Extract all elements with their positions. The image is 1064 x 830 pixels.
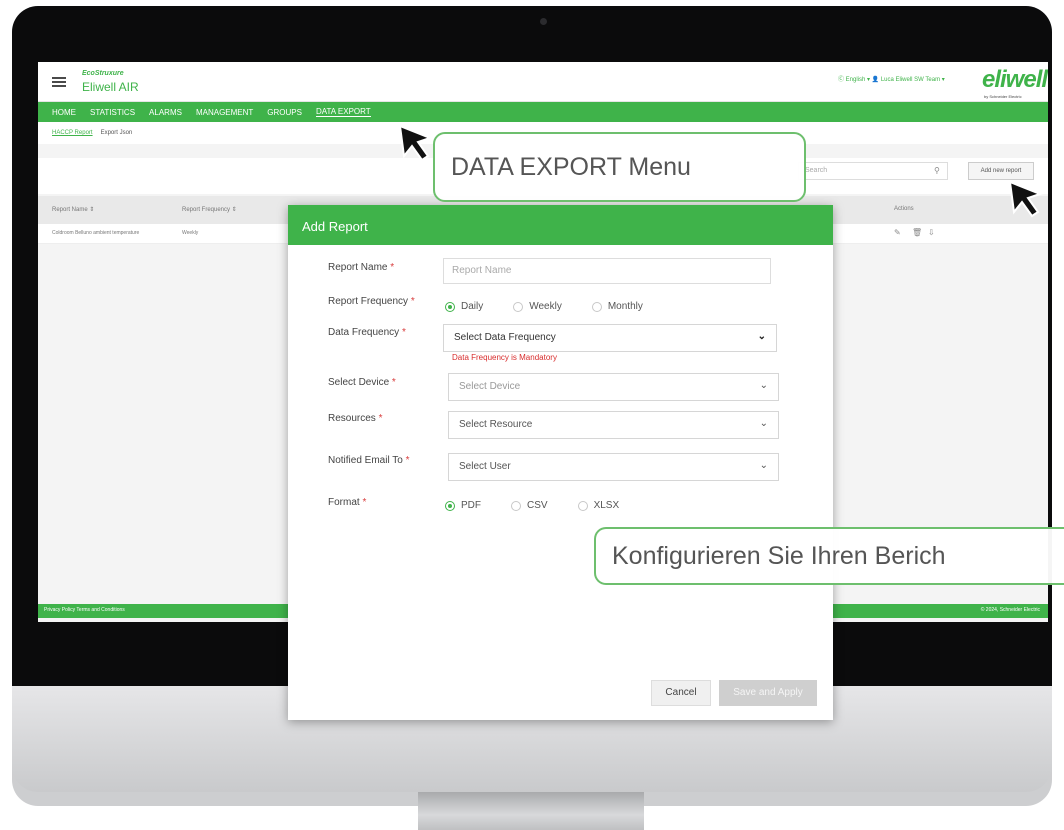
monitor-stand	[418, 792, 644, 830]
edit-icon[interactable]: ✎	[894, 228, 901, 237]
add-new-report-button[interactable]: Add new report	[968, 162, 1034, 180]
report-frequency-radios: Daily Weekly Monthly	[445, 301, 643, 312]
resource-select[interactable]: Select Resource ⌄	[448, 411, 779, 439]
report-name-input[interactable]: Report Name	[443, 258, 771, 284]
cursor-arrow-icon	[1008, 180, 1043, 218]
resources-label: Resources *	[328, 413, 383, 424]
user-select[interactable]: Select User ⌄	[448, 453, 779, 481]
col-actions: Actions	[894, 206, 914, 212]
user-language-menu[interactable]: Ⓒ English ▾ 👤 Luca Eliwell SW Team ▾	[838, 74, 945, 83]
nav-data-export[interactable]: DATA EXPORT	[315, 107, 371, 117]
save-and-apply-button[interactable]: Save and Apply	[719, 680, 817, 706]
radio-dot-checked	[445, 301, 455, 312]
stage: EcoStruxure Eliwell AIR Ⓒ English ▾ 👤 Lu…	[0, 0, 1064, 830]
nav-management[interactable]: MANAGEMENT	[196, 108, 253, 117]
callout-data-export-menu: DATA EXPORT Menu	[433, 132, 806, 202]
main-nav: HOME STATISTICS ALARMS MANAGEMENT GROUPS…	[38, 102, 1048, 122]
radio-csv[interactable]: CSV	[511, 500, 548, 511]
data-frequency-select[interactable]: Select Data Frequency ⌄	[443, 324, 777, 352]
brand-small: EcoStruxure	[82, 70, 124, 77]
data-frequency-label: Data Frequency *	[328, 327, 406, 338]
radio-monthly[interactable]: Monthly	[591, 301, 643, 312]
format-label: Format *	[328, 497, 367, 508]
add-report-modal: Add Report Report Name * Report Name Rep…	[288, 205, 833, 720]
footer-links[interactable]: Privacy Policy Terms and Conditions	[44, 607, 125, 613]
eliwell-logo: eliwell	[982, 66, 1048, 93]
device-select[interactable]: Select Device ⌄	[448, 373, 779, 401]
radio-dot	[577, 500, 588, 511]
radio-dot	[591, 301, 602, 312]
report-name-label: Report Name *	[328, 262, 395, 273]
footer-copyright: © 2024, Schneider Electric	[980, 607, 1040, 613]
delete-icon[interactable]: 🗑	[912, 228, 922, 237]
radio-dot-checked	[445, 500, 455, 511]
radio-weekly[interactable]: Weekly	[513, 301, 562, 312]
nav-groups[interactable]: GROUPS	[267, 108, 302, 117]
radio-pdf[interactable]: PDF	[445, 500, 481, 511]
nav-alarms[interactable]: ALARMS	[149, 108, 182, 117]
tab-haccp-report[interactable]: HACCP Report	[52, 130, 93, 136]
nav-statistics[interactable]: STATISTICS	[90, 108, 135, 117]
hamburger-menu-icon[interactable]	[52, 77, 66, 87]
top-bar: EcoStruxure Eliwell AIR Ⓒ English ▾ 👤 Lu…	[38, 62, 1048, 102]
nav-home[interactable]: HOME	[52, 108, 76, 117]
chevron-down-icon: ⌄	[759, 380, 768, 391]
cancel-button[interactable]: Cancel	[651, 680, 711, 706]
camera-icon	[540, 18, 547, 25]
download-icon[interactable]: ⇩	[928, 228, 935, 237]
modal-title: Add Report	[288, 205, 833, 245]
data-frequency-error: Data Frequency is Mandatory	[452, 353, 557, 362]
format-radios: PDF CSV XLSX	[445, 500, 619, 511]
tab-export-json[interactable]: Export Json	[101, 130, 133, 136]
radio-dot	[513, 301, 524, 312]
col-report-name[interactable]: Report Name ⇕	[52, 206, 94, 213]
chevron-down-icon: ⌄	[759, 460, 768, 471]
search-input[interactable]: Search	[798, 162, 948, 180]
email-label: Notified Email To *	[328, 455, 410, 466]
col-report-frequency[interactable]: Report Frequency ⇕	[182, 206, 237, 213]
select-device-label: Select Device *	[328, 377, 396, 388]
radio-xlsx[interactable]: XLSX	[577, 500, 619, 511]
logo-subtitle: by Schneider Electric	[984, 94, 1022, 99]
brand-name: Eliwell AIR	[82, 80, 139, 94]
search-icon[interactable]: ⚲	[934, 166, 940, 175]
chevron-down-icon: ⌄	[757, 331, 766, 342]
cursor-arrow-icon	[398, 124, 433, 162]
report-frequency-label: Report Frequency *	[328, 296, 415, 307]
callout-configure-report: Konfigurieren Sie Ihren Berich	[594, 527, 1064, 585]
radio-dot	[511, 500, 521, 511]
radio-daily[interactable]: Daily	[445, 301, 483, 312]
chevron-down-icon: ⌄	[759, 418, 768, 429]
cell-report-name: Coldroom Belluno ambient temperature	[52, 230, 140, 236]
cell-report-frequency: Weekly	[182, 230, 199, 236]
